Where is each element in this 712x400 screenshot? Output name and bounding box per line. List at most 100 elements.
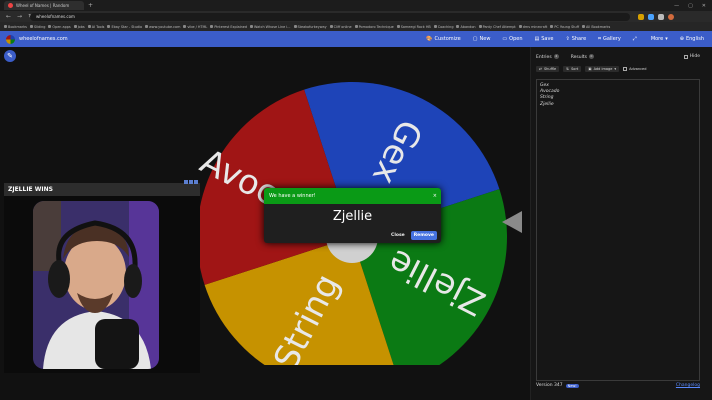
grid-icon[interactable] — [194, 180, 198, 184]
winner-heading: We have a winner! — [269, 193, 316, 199]
sort-button[interactable]: ⇅ Sort — [563, 66, 582, 72]
menu-label: New — [479, 36, 491, 42]
profile-avatar[interactable] — [668, 13, 674, 20]
remove-button[interactable]: Remove — [410, 231, 437, 240]
window-controls: — ▢ ✕ — [674, 3, 712, 9]
maximize-icon[interactable]: ▢ — [688, 3, 693, 9]
bookmark-item[interactable]: Panty Chef Attempt — [478, 24, 516, 29]
bookmark-item[interactable]: Steakofurkeyway — [293, 24, 327, 29]
bookmark-folder-icon — [107, 25, 111, 28]
bookmark-label: www.youtube.com — [149, 24, 181, 29]
bookmark-item[interactable]: AI Tools — [87, 25, 104, 29]
tab-count-badge: 4 — [553, 54, 559, 59]
bookmark-item[interactable]: dms minecraft — [518, 25, 547, 29]
extension-icon[interactable] — [658, 13, 664, 20]
tab-results[interactable]: Results 0 — [571, 54, 594, 61]
grid-icon[interactable] — [189, 180, 193, 184]
menu-item-save[interactable]: ▤ Save — [535, 36, 554, 42]
changelog-link[interactable]: Changelog — [676, 383, 700, 388]
minimize-icon[interactable]: — — [674, 3, 679, 9]
tab-label: Results — [570, 55, 587, 60]
bookmark-folder-icon — [433, 25, 437, 28]
globe-icon: ⊕ — [679, 36, 684, 42]
nav-buttons: ← → ↻ — [0, 13, 33, 20]
bookmark-folder-icon — [582, 25, 586, 28]
extensions — [638, 13, 674, 20]
advanced-toggle[interactable]: Advanced — [623, 67, 646, 71]
site-logo[interactable]: wheelofnames.com — [0, 34, 68, 44]
extension-icon[interactable] — [638, 13, 644, 20]
top-menu: 🎨 Customize ▢ New ▭ Open ▤ Save ⇪ Share ⌗ Gallery ⤢ M… — [426, 36, 712, 42]
wheel-pointer-icon — [502, 211, 522, 233]
menu-item-share[interactable]: ⇪ Share — [566, 36, 587, 42]
tab-entries[interactable]: Entries 4 — [536, 54, 559, 61]
menu-item-fullscreen[interactable]: ⤢ — [633, 36, 639, 42]
bookmark-label: Ebay Star - Studio — [111, 24, 143, 29]
menu-item-more[interactable]: More ▾ — [651, 36, 668, 42]
add-image-button[interactable]: ▣ Add image ▾ — [585, 66, 620, 72]
advanced-checkbox[interactable] — [623, 67, 628, 71]
version-text: Version 347 — [536, 383, 563, 388]
bookmark-item[interactable]: Watch Whose Line i... — [250, 25, 291, 29]
bookmark-item[interactable]: Sameegi Rock HB — [396, 25, 431, 29]
bookmark-item[interactable]: Coaching — [433, 25, 453, 29]
bookmark-item[interactable]: www.youtube.com — [145, 25, 180, 29]
webcam-title: ZJELLIE WINS — [8, 186, 53, 193]
entries-textarea[interactable]: Gex Avocado String Zjellie — [536, 79, 700, 381]
bookmark-folder-icon — [145, 25, 149, 28]
browser-tab[interactable]: Wheel of Names | Random — [4, 1, 84, 10]
bookmark-label: Open apps — [52, 24, 71, 29]
browser-tab-bar: Wheel of Names | Random + — ▢ ✕ — [0, 0, 712, 11]
bookmarks-bar: Bookmarks Sliding Open apps Jobs AI Tools Eba… — [0, 22, 712, 31]
bookmark-item[interactable]: Open apps — [48, 24, 71, 29]
extension-icon[interactable] — [648, 13, 654, 20]
grid-icon[interactable] — [184, 180, 188, 184]
menu-label: Share — [571, 36, 587, 42]
bookmark-label: Jobs — [77, 24, 85, 29]
menu-label: English — [685, 36, 704, 42]
forward-icon[interactable]: → — [17, 13, 22, 20]
hide-label: Hide — [689, 54, 700, 59]
url-input[interactable]: wheelofnames.com — [30, 12, 630, 21]
winner-dialog: We have a winner! × Zjellie Close Remove — [264, 188, 441, 243]
bookmark-label: Bookmarks — [8, 24, 27, 29]
new-badge: New! — [565, 383, 579, 388]
bookmark-folder-icon — [183, 25, 187, 28]
menu-label: More — [650, 36, 664, 42]
image-icon: ▣ — [588, 67, 592, 71]
menu-item-customize[interactable]: 🎨 Customize — [426, 36, 460, 42]
tab-title: Wheel of Names | Random — [16, 3, 70, 8]
winner-dialog-header: We have a winner! × — [264, 188, 441, 204]
close-button[interactable]: Close — [391, 233, 405, 238]
bookmark-item[interactable]: Sliding — [29, 25, 45, 29]
webcam-overlay: ZJELLIE WINS — [4, 180, 200, 373]
new-tab-icon[interactable]: + — [88, 2, 93, 9]
sort-label: Sort — [571, 67, 579, 71]
menu-item-new[interactable]: ▢ New — [473, 36, 491, 42]
bookmark-label: Panty Chef Attempt — [482, 24, 516, 29]
bookmark-item[interactable]: vibe / HTML — [183, 25, 207, 29]
menu-label: Save — [541, 36, 554, 42]
bookmark-item[interactable]: Ebay Star - Studio — [107, 25, 142, 29]
menu-item-english[interactable]: ⊕ English — [680, 36, 704, 42]
close-window-icon[interactable]: ✕ — [702, 3, 706, 9]
bookmark-item[interactable]: Pinterest Explained — [210, 25, 247, 29]
gallery-icon: ⌗ — [598, 36, 601, 42]
bookmark-item[interactable]: Bookmarks — [4, 25, 27, 29]
menu-item-open[interactable]: ▭ Open — [502, 36, 522, 42]
bookmark-folder-icon — [396, 25, 400, 28]
shuffle-button[interactable]: ⇄ Shuffle — [536, 66, 560, 72]
bookmark-item[interactable]: Cliff online — [329, 25, 352, 29]
back-icon[interactable]: ← — [6, 13, 11, 20]
hide-checkbox[interactable] — [683, 54, 688, 59]
edit-pencil-icon[interactable]: ✎ — [4, 50, 16, 62]
menu-item-gallery[interactable]: ⌗ Gallery — [598, 36, 621, 42]
bookmark-item[interactable]: Pomodoro Technique — [354, 25, 394, 29]
bookmark-item[interactable]: All Bookmarks — [582, 25, 610, 29]
bookmark-item[interactable]: Abandon — [456, 25, 476, 29]
bookmark-item[interactable]: PC Young Stuff — [550, 25, 579, 29]
hide-toggle[interactable]: Hide — [683, 54, 700, 59]
close-icon[interactable]: × — [433, 193, 437, 199]
bookmark-item[interactable]: Jobs — [73, 24, 85, 29]
bookmark-label: Steakofurkeyway — [297, 24, 327, 29]
